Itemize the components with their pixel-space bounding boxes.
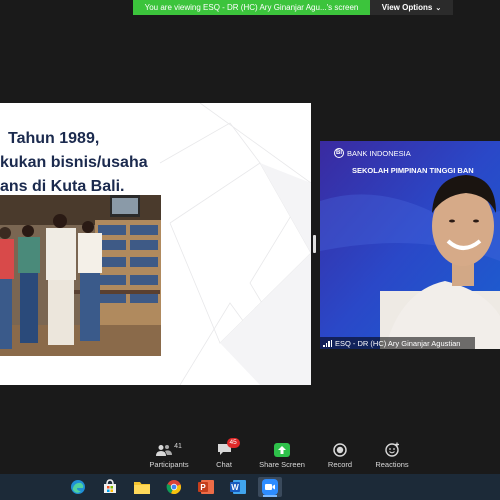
folder-icon — [134, 482, 150, 494]
taskbar-word[interactable]: W — [226, 477, 250, 497]
shared-slide: Tahun 1989, kukan bisnis/usaha ans di Ku… — [0, 103, 311, 385]
reactions-label: Reactions — [375, 460, 409, 469]
zoom-icon — [262, 479, 278, 495]
active-app-indicator — [263, 495, 277, 497]
participant-name-label: ESQ - DR (HC) Ary Ginanjar Agustian — [320, 337, 475, 349]
share-screen-icon — [274, 442, 290, 457]
record-icon-wrap — [333, 441, 347, 458]
svg-text:P: P — [200, 483, 206, 492]
panel-resize-handle[interactable] — [313, 235, 316, 253]
participants-icon — [156, 444, 173, 456]
program-title: SEKOLAH PIMPINAN TINGGI BAN — [352, 166, 474, 175]
taskbar-edge[interactable] — [66, 477, 90, 497]
record-button[interactable]: Record — [310, 441, 370, 471]
taskbar-chrome[interactable] — [162, 477, 186, 497]
chat-unread-badge: 45 — [226, 438, 240, 448]
windows-taskbar: P W — [0, 474, 500, 500]
taskbar-store[interactable] — [98, 477, 122, 497]
participants-label: Participants — [149, 460, 189, 469]
bi-logo-text: BANK INDONESIA — [347, 148, 411, 158]
slide-line-1: Tahun 1989, — [8, 130, 100, 147]
participants-button[interactable]: 41 Participants — [139, 441, 199, 471]
taskbar-file-explorer[interactable] — [130, 477, 154, 497]
share-screen-icon-wrap — [274, 441, 290, 458]
participants-icon-wrap: 41 — [156, 441, 182, 458]
participant-video-tile[interactable]: BI BANK INDONESIA SEKOLAH PIMPINAN TINGG… — [320, 141, 500, 349]
share-screen-label: Share Screen — [259, 460, 305, 469]
edge-icon — [71, 480, 85, 494]
meeting-toolbar: 41 Participants 45 Chat Share Screen Rec… — [0, 436, 500, 474]
svg-text:W: W — [231, 483, 239, 492]
participant-name-text: ESQ - DR (HC) Ary Ginanjar Agustian — [335, 338, 461, 348]
slide-text-block: Tahun 1989, kukan bisnis/usaha ans di Ku… — [0, 127, 160, 199]
signal-strength-icon — [323, 339, 332, 347]
powerpoint-icon: P — [198, 480, 214, 494]
screen-share-banner: You are viewing ESQ - DR (HC) Ary Ginanj… — [133, 0, 453, 15]
historical-store-photo — [0, 195, 161, 356]
viewing-screen-text: You are viewing ESQ - DR (HC) Ary Ginanj… — [144, 3, 359, 12]
reactions-button[interactable]: Reactions — [362, 441, 422, 471]
view-options-button[interactable]: View Options ⌄ — [370, 0, 453, 15]
chevron-down-icon: ⌄ — [435, 4, 442, 12]
chat-button[interactable]: 45 Chat — [194, 438, 254, 471]
viewing-screen-notice: You are viewing ESQ - DR (HC) Ary Ginanj… — [133, 0, 370, 15]
slide-line-2: kukan bisnis/usaha — [0, 154, 148, 171]
taskbar-zoom[interactable] — [258, 477, 282, 497]
word-icon: W — [230, 480, 246, 494]
record-icon — [333, 442, 347, 457]
bi-logo-mark: BI — [334, 148, 344, 158]
store-icon — [104, 479, 116, 493]
record-label: Record — [327, 460, 353, 469]
chat-icon-wrap: 45 — [217, 438, 240, 458]
view-options-label: View Options — [381, 3, 433, 12]
reactions-icon — [384, 442, 399, 457]
taskbar-powerpoint[interactable]: P — [194, 477, 218, 497]
reactions-icon-wrap — [384, 441, 400, 458]
share-screen-button[interactable]: Share Screen — [252, 441, 312, 471]
chrome-icon — [166, 480, 181, 494]
bank-indonesia-logo: BI BANK INDONESIA — [334, 148, 411, 158]
participants-count: 41 — [174, 443, 182, 450]
chat-label: Chat — [216, 460, 232, 469]
